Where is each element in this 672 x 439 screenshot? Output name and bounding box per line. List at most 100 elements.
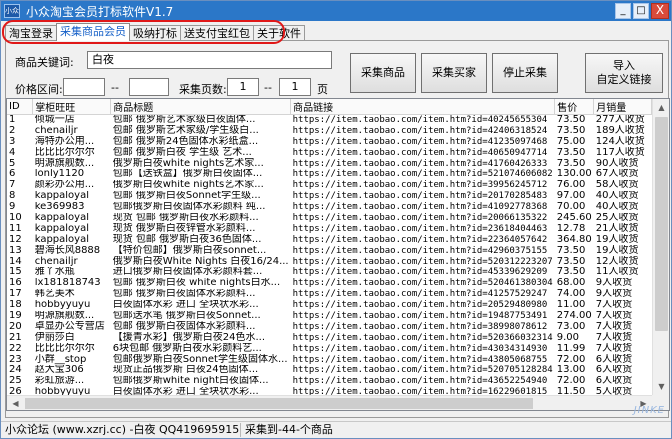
title-bar[interactable]: 小众 小众淘宝会员打标软件V1.7 _ □ X	[1, 1, 671, 21]
table-row[interactable]: 26 hobbyyuyu 白夜固体水彩 进口 全块状水彩... https://ite…	[7, 387, 652, 395]
scroll-down-icon[interactable]: ▼	[653, 378, 669, 395]
minimize-button[interactable]: _	[615, 3, 631, 19]
cell-title: 包邮俄罗斯白夜固体水彩颜料 纯...	[112, 201, 266, 213]
cell-title: 包邮【送铁盒】俄罗斯白夜固体...	[112, 168, 263, 180]
table-row[interactable]: 21 伊丽莎白 【援青水彩】俄罗斯白夜24色水... https://item.tao…	[7, 332, 652, 343]
maximize-button[interactable]: □	[633, 3, 649, 19]
collect-products-button[interactable]: 采集商品	[350, 53, 416, 93]
price-to-input[interactable]	[129, 78, 169, 96]
cell-title: 现货 俄罗斯白夜锌管水彩颜料...	[112, 223, 256, 234]
cell-price: 73.50	[556, 125, 586, 136]
cell-price: 364.80	[556, 234, 592, 245]
column-header-link[interactable]: 商品链接	[290, 99, 556, 115]
price-from-input[interactable]	[63, 78, 105, 96]
cell-price: 73.50	[556, 158, 586, 169]
table-row[interactable]: 18 hobbyyuyu 白夜固体水彩 进口 全块状水彩... https://ite…	[7, 300, 652, 311]
page-to-input[interactable]: 1	[279, 78, 311, 96]
cell-price: 73.00	[556, 321, 586, 332]
results-table[interactable]: ID 掌柜旺旺 商品标题 商品链接 售价 月销量 1 倾城一店 包邮 俄罗斯艺术家级…	[6, 98, 670, 411]
tab-send-alipay-redpacket[interactable]: 送支付宝红包	[180, 25, 254, 41]
table-row[interactable]: 19 明源旗舰数... 包邮送水笔 俄罗斯白夜Sonnet... https://it…	[7, 311, 652, 322]
cell-id: 24	[9, 364, 22, 376]
table-row[interactable]: 5 明源旗舰数... 俄罗斯白夜white nights艺术家... https://…	[7, 158, 652, 169]
table-row[interactable]: 17 韩艺美术 包邮 俄罗斯白夜固体水彩颜料... https://item.taob…	[7, 289, 652, 300]
column-header-price[interactable]: 售价	[554, 99, 595, 115]
vertical-scroll-thumb[interactable]	[655, 117, 668, 331]
column-header-monthly-sales[interactable]: 月销量	[593, 99, 652, 115]
cell-monthly-sales: 7人收货	[595, 299, 633, 311]
column-header-shopkeeper[interactable]: 掌柜旺旺	[32, 99, 112, 115]
cell-monthly-sales: 7人收货	[595, 343, 633, 354]
table-row[interactable]: 15 雅丫水瓶 进口俄罗斯白夜固体水彩颜料套... https://item.taob…	[7, 267, 652, 278]
cell-id: 23	[9, 354, 22, 365]
vertical-scrollbar[interactable]: ▲ ▼	[652, 99, 669, 395]
cell-id: 16	[9, 277, 22, 289]
cell-id: 9	[9, 201, 16, 213]
cell-id: 10	[9, 212, 22, 223]
table-row[interactable]: 12 kappaloyal 现货 包邮 俄罗斯白夜36色固体... https://i…	[7, 234, 652, 245]
cell-shopkeeper: kappaloyal	[34, 223, 89, 234]
cell-price: 11.99	[556, 343, 586, 354]
table-row[interactable]: 25 彩虹旅游... 包邮俄罗斯white night白夜固体... https://…	[7, 376, 652, 387]
table-row[interactable]: 2 chenailjr 包邮 俄罗斯艺术家级/学生级白... https://item…	[7, 125, 652, 136]
tab-taobao-login[interactable]: 淘宝登录	[5, 25, 57, 41]
cell-link: https://item.taobao.com/item.htm?id=4533…	[292, 267, 548, 278]
cell-shopkeeper: 明源旗舰数...	[34, 310, 95, 321]
table-row[interactable]: 6 lonly1120 包邮【送铁盒】俄罗斯白夜固体... https://item.…	[7, 169, 652, 180]
table-row[interactable]: 4 比比比尔尔尔 包邮 俄罗斯白夜 学生级 艺术... https://item.ta…	[7, 147, 652, 158]
stop-collect-button[interactable]: 停止采集	[492, 53, 558, 93]
cell-title: 俄罗斯白夜White Nights 白夜16/24...	[112, 256, 289, 267]
cell-link: https://item.taobao.com/item.htm?id=4365…	[292, 376, 548, 387]
cell-id: 5	[9, 158, 16, 169]
table-row[interactable]: 11 kappaloyal 现货 俄罗斯白夜锌管水彩颜料... https://ite…	[7, 223, 652, 234]
column-header-title[interactable]: 商品标题	[110, 99, 292, 115]
pages-label: 采集页数:	[179, 83, 227, 96]
column-header-id[interactable]: ID	[7, 99, 34, 115]
table-row[interactable]: 23 小群__stop 包邮俄罗斯白夜Sonnet学生级固体水... https://…	[7, 354, 652, 365]
cell-id: 14	[9, 256, 22, 267]
import-custom-link-button[interactable]: 导入 自定义链接	[585, 53, 663, 93]
cell-price: 130.00	[556, 168, 592, 180]
table-row[interactable]: 13 碧海长风8888 【特价包邮】俄罗斯白夜sonnet... https://it…	[7, 245, 652, 256]
table-row[interactable]: 8 kappaloyal 包邮 俄罗斯白夜Sonnet学生级... https://i…	[7, 191, 652, 202]
table-row[interactable]: 16 lx181818743 包邮 俄罗斯白夜 white nights白水... h…	[7, 278, 652, 289]
table-row[interactable]: 22 比比比尔尔尔 6块包邮 俄罗斯白夜水彩颜料艺... https://item.t…	[7, 343, 652, 354]
table-row[interactable]: 14 chenailjr 俄罗斯白夜White Nights 白夜16/24... h…	[7, 256, 652, 267]
keyword-input[interactable]: 白夜	[87, 51, 332, 69]
cell-monthly-sales: 7人收货	[595, 321, 633, 332]
cell-shopkeeper: 颜彩办公用...	[34, 179, 95, 191]
table-row[interactable]: 10 kappaloyal 现货 包邮 俄罗斯白夜水彩颜料... https://it…	[7, 213, 652, 224]
cell-shopkeeper: 彩虹旅游...	[34, 375, 85, 387]
cell-monthly-sales: 7人收货	[595, 332, 633, 343]
cell-link: https://item.taobao.com/item.htm?id=4296…	[292, 245, 548, 256]
results-grid: ID 掌柜旺旺 商品标题 商品链接 售价 月销量 1 倾城一店 包邮 俄罗斯艺术家级…	[7, 99, 652, 395]
cell-monthly-sales: 117人收货	[595, 147, 645, 158]
scroll-up-icon[interactable]: ▲	[653, 99, 669, 116]
table-row[interactable]: 7 颜彩办公用... 俄罗斯白夜white nights艺术家... https://…	[7, 180, 652, 191]
cell-title: 俄罗斯白夜white nights艺术家...	[112, 179, 264, 191]
table-row[interactable]: 20 卓显办公专营店 包邮 俄罗斯白夜固体水彩颜料... https://item.t…	[7, 321, 652, 332]
cell-link: https://item.taobao.com/item.htm?id=3899…	[292, 321, 548, 332]
horizontal-scroll-thumb[interactable]	[25, 398, 533, 409]
scroll-left-icon[interactable]: ◀	[7, 396, 24, 410]
table-row[interactable]: 3 海特办公用... 包邮 俄罗斯24色固体水彩纸盒... https://item.…	[7, 136, 652, 147]
close-button[interactable]: X	[651, 3, 669, 19]
cell-shopkeeper: kappaloyal	[34, 190, 89, 202]
page-from-input[interactable]: 1	[227, 78, 259, 96]
tab-collect-members[interactable]: 采集商品会员	[56, 23, 130, 41]
table-row[interactable]: 9 ke369983 包邮俄罗斯白夜固体水彩颜料 纯... https://item.…	[7, 202, 652, 213]
tab-about[interactable]: 关于软件	[253, 25, 305, 41]
table-row[interactable]: 1 倾城一店 包邮 俄罗斯艺术家级白夜固体... https://item.taoba…	[7, 115, 652, 126]
collect-buyers-button[interactable]: 采集买家	[421, 53, 487, 93]
window-title: 小众淘宝会员打标软件V1.7	[26, 4, 174, 19]
cell-shopkeeper: kappaloyal	[34, 212, 89, 223]
cell-title: 包邮 俄罗斯白夜 学生级 艺术...	[112, 147, 252, 158]
cell-id: 21	[9, 332, 22, 343]
cell-monthly-sales: 11人收货	[595, 266, 639, 278]
tab-absorb-mark[interactable]: 吸纳打标	[129, 25, 181, 41]
horizontal-scrollbar[interactable]: ◀ ▶	[7, 395, 652, 410]
cell-id: 19	[9, 310, 22, 321]
table-row[interactable]: 24 赵大宝306 现货正品俄罗斯 白夜24色固体... https://item.t…	[7, 365, 652, 376]
cell-id: 7	[9, 179, 16, 191]
cell-monthly-sales: 40人收货	[595, 201, 639, 213]
